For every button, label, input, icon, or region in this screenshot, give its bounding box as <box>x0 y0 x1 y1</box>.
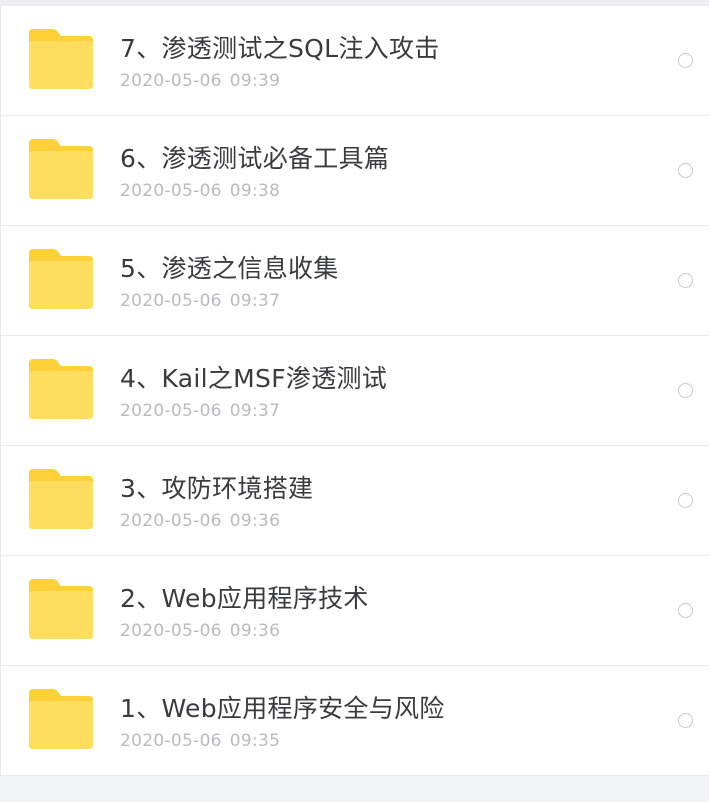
select-radio[interactable] <box>678 53 693 68</box>
folder-row[interactable]: 6、渗透测试必备工具篇 2020-05-06 09:38 <box>1 116 709 226</box>
folder-row[interactable]: 4、Kail之MSF渗透测试 2020-05-06 09:37 <box>1 336 709 446</box>
folder-modified-time: 2020-05-06 09:37 <box>120 290 280 312</box>
folder-time: 09:38 <box>229 181 281 201</box>
folder-row[interactable]: 2、Web应用程序技术 2020-05-06 09:36 <box>1 556 709 666</box>
folder-modified-time: 2020-05-06 09:36 <box>120 620 280 642</box>
folder-icon <box>29 249 93 309</box>
folder-time: 09:37 <box>229 401 281 421</box>
folder-icon <box>29 579 93 639</box>
folder-date: 2020-05-06 <box>120 621 222 641</box>
folder-name: 2、Web应用程序技术 <box>120 584 369 613</box>
folder-modified-time: 2020-05-06 09:38 <box>120 180 280 202</box>
folder-name: 6、渗透测试必备工具篇 <box>120 144 390 173</box>
folder-time: 09:36 <box>229 621 281 641</box>
folder-name: 3、攻防环境搭建 <box>120 474 314 503</box>
folder-row[interactable]: 5、渗透之信息收集 2020-05-06 09:37 <box>1 226 709 336</box>
folder-date: 2020-05-06 <box>120 401 222 421</box>
folder-time: 09:36 <box>229 511 281 531</box>
folder-time: 09:35 <box>229 731 281 751</box>
folder-name: 4、Kail之MSF渗透测试 <box>120 364 388 393</box>
select-radio[interactable] <box>678 493 693 508</box>
folder-date: 2020-05-06 <box>120 71 222 91</box>
folder-date: 2020-05-06 <box>120 731 222 751</box>
folder-modified-time: 2020-05-06 09:39 <box>120 70 280 92</box>
folder-row[interactable]: 7、渗透测试之SQL注入攻击 2020-05-06 09:39 <box>1 6 709 116</box>
folder-time: 09:39 <box>229 71 281 91</box>
folder-modified-time: 2020-05-06 09:35 <box>120 730 280 752</box>
folder-icon <box>29 359 93 419</box>
select-radio[interactable] <box>678 163 693 178</box>
folder-icon <box>29 29 93 89</box>
folder-icon <box>29 139 93 199</box>
folder-date: 2020-05-06 <box>120 181 222 201</box>
list-bottom-area <box>0 776 709 802</box>
folder-date: 2020-05-06 <box>120 511 222 531</box>
folder-name: 5、渗透之信息收集 <box>120 254 339 283</box>
select-radio[interactable] <box>678 273 693 288</box>
folder-row[interactable]: 3、攻防环境搭建 2020-05-06 09:36 <box>1 446 709 556</box>
folder-date: 2020-05-06 <box>120 291 222 311</box>
select-radio[interactable] <box>678 713 693 728</box>
folder-row[interactable]: 1、Web应用程序安全与风险 2020-05-06 09:35 <box>1 666 709 776</box>
folder-name: 7、渗透测试之SQL注入攻击 <box>120 34 440 63</box>
folder-modified-time: 2020-05-06 09:37 <box>120 400 280 422</box>
folder-icon <box>29 469 93 529</box>
folder-icon <box>29 689 93 749</box>
select-radio[interactable] <box>678 383 693 398</box>
folder-name: 1、Web应用程序安全与风险 <box>120 694 445 723</box>
folder-modified-time: 2020-05-06 09:36 <box>120 510 280 532</box>
folder-time: 09:37 <box>229 291 281 311</box>
select-radio[interactable] <box>678 603 693 618</box>
file-list: 7、渗透测试之SQL注入攻击 2020-05-06 09:39 6、渗透测试必备工… <box>0 6 709 776</box>
